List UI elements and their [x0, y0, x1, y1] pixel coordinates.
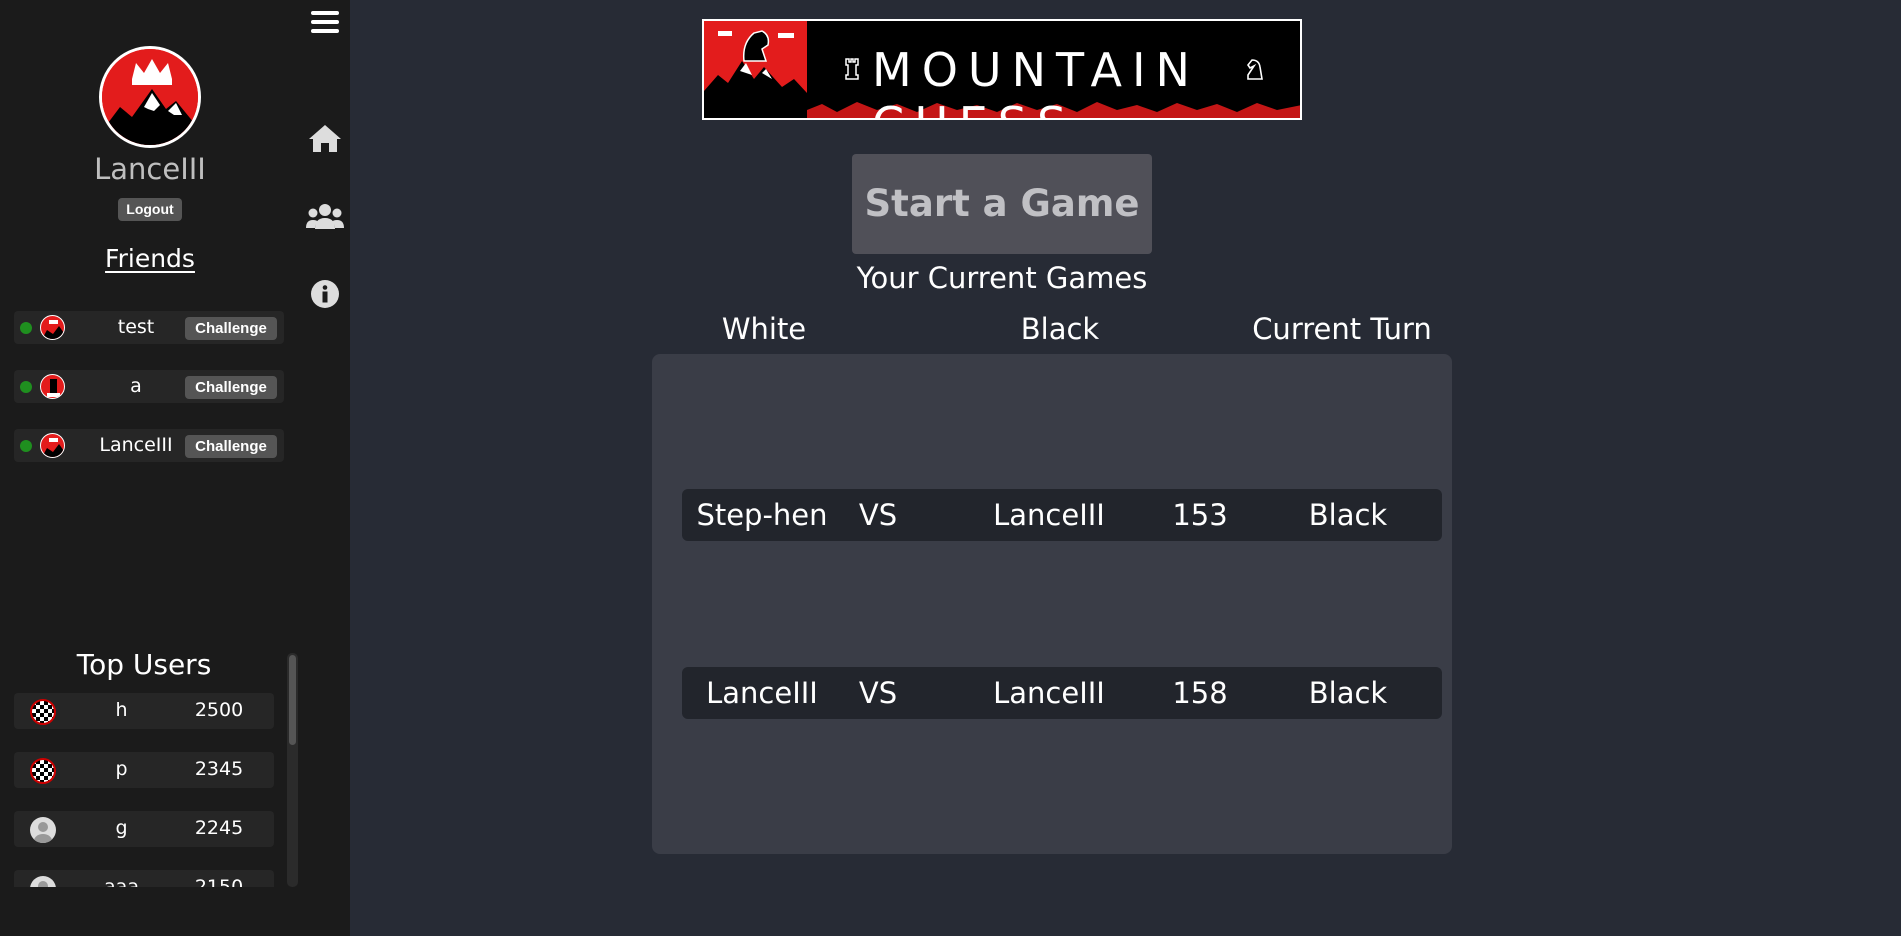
column-header-black: Black [1020, 312, 1100, 346]
mountain-chess-banner: MOUNTAIN CHESS [702, 19, 1302, 120]
top-user-name: aaa [104, 876, 139, 887]
user-sidebar: LanceIII Logout Friends test Challenge a… [0, 0, 300, 936]
game-white-player: LanceIII [706, 676, 818, 710]
users-icon[interactable] [306, 198, 344, 234]
menu-icon[interactable] [306, 4, 344, 40]
game-black-player: LanceIII [993, 498, 1105, 532]
info-icon[interactable] [306, 276, 344, 312]
default-user-avatar-icon [30, 817, 56, 843]
top-user-rating: 2245 [194, 817, 244, 839]
friends-link[interactable]: Friends [0, 244, 300, 273]
list-item: h 2500 [14, 693, 274, 729]
banner-title: MOUNTAIN CHESS [872, 43, 1200, 118]
games-list [652, 354, 1452, 854]
game-current-turn: Black [1308, 676, 1388, 710]
mountain-knight-icon [704, 21, 807, 118]
default-user-avatar-icon [30, 876, 56, 887]
game-id: 153 [1172, 498, 1228, 532]
game-row[interactable]: Step-hen VS LanceIII 153 Black [682, 489, 1442, 541]
challenge-button[interactable]: Challenge [185, 317, 277, 340]
top-user-name: g [115, 817, 128, 839]
username: LanceIII [94, 152, 206, 186]
mountain-crown-logo-icon [102, 49, 198, 145]
column-header-turn: Current Turn [1252, 312, 1432, 346]
friend-name: test [117, 316, 155, 338]
online-status-icon [20, 322, 32, 334]
checker-avatar-icon [30, 758, 56, 784]
friend-row: a Challenge [14, 370, 284, 403]
friend-row: LanceIII Challenge [14, 429, 284, 462]
friend-avatar [40, 433, 65, 458]
online-status-icon [20, 440, 32, 452]
game-id: 158 [1172, 676, 1228, 710]
friend-avatar [40, 315, 65, 340]
online-status-icon [20, 381, 32, 393]
game-current-turn: Black [1308, 498, 1388, 532]
column-header-white: White [721, 312, 807, 346]
list-item: g 2245 [14, 811, 274, 847]
top-user-rating: 2345 [194, 758, 244, 780]
game-vs: VS [858, 676, 898, 710]
scrollbar-thumb[interactable] [289, 655, 296, 745]
top-user-rating: 2500 [194, 699, 244, 721]
start-game-button[interactable]: Start a Game [852, 154, 1152, 254]
current-games-title: Your Current Games [856, 261, 1148, 295]
top-user-rating: 2150 [194, 876, 244, 887]
top-users-title: Top Users [76, 648, 212, 681]
friend-name: a [130, 375, 142, 397]
user-avatar[interactable] [99, 46, 201, 148]
game-white-player: Step-hen [696, 498, 828, 532]
banner-art [704, 21, 807, 118]
challenge-button[interactable]: Challenge [185, 376, 277, 399]
list-item: aaa 2150 [14, 870, 274, 887]
home-icon[interactable] [306, 120, 344, 156]
game-black-player: LanceIII [993, 676, 1105, 710]
logout-button[interactable]: Logout [118, 198, 182, 221]
list-item: p 2345 [14, 752, 274, 788]
checker-avatar-icon [30, 699, 56, 725]
game-vs: VS [858, 498, 898, 532]
top-user-name: p [115, 758, 128, 780]
friend-avatar [40, 374, 65, 399]
challenge-button[interactable]: Challenge [185, 435, 277, 458]
friend-name: LanceIII [99, 434, 173, 456]
game-row[interactable]: LanceIII VS LanceIII 158 Black [682, 667, 1442, 719]
friend-row: test Challenge [14, 311, 284, 344]
top-user-name: h [115, 699, 128, 721]
rook-icon [844, 57, 860, 81]
top-users-list[interactable]: h 2500 p 2345 g 2245 aaa 2150 [14, 690, 274, 887]
knight-icon [1244, 57, 1266, 81]
